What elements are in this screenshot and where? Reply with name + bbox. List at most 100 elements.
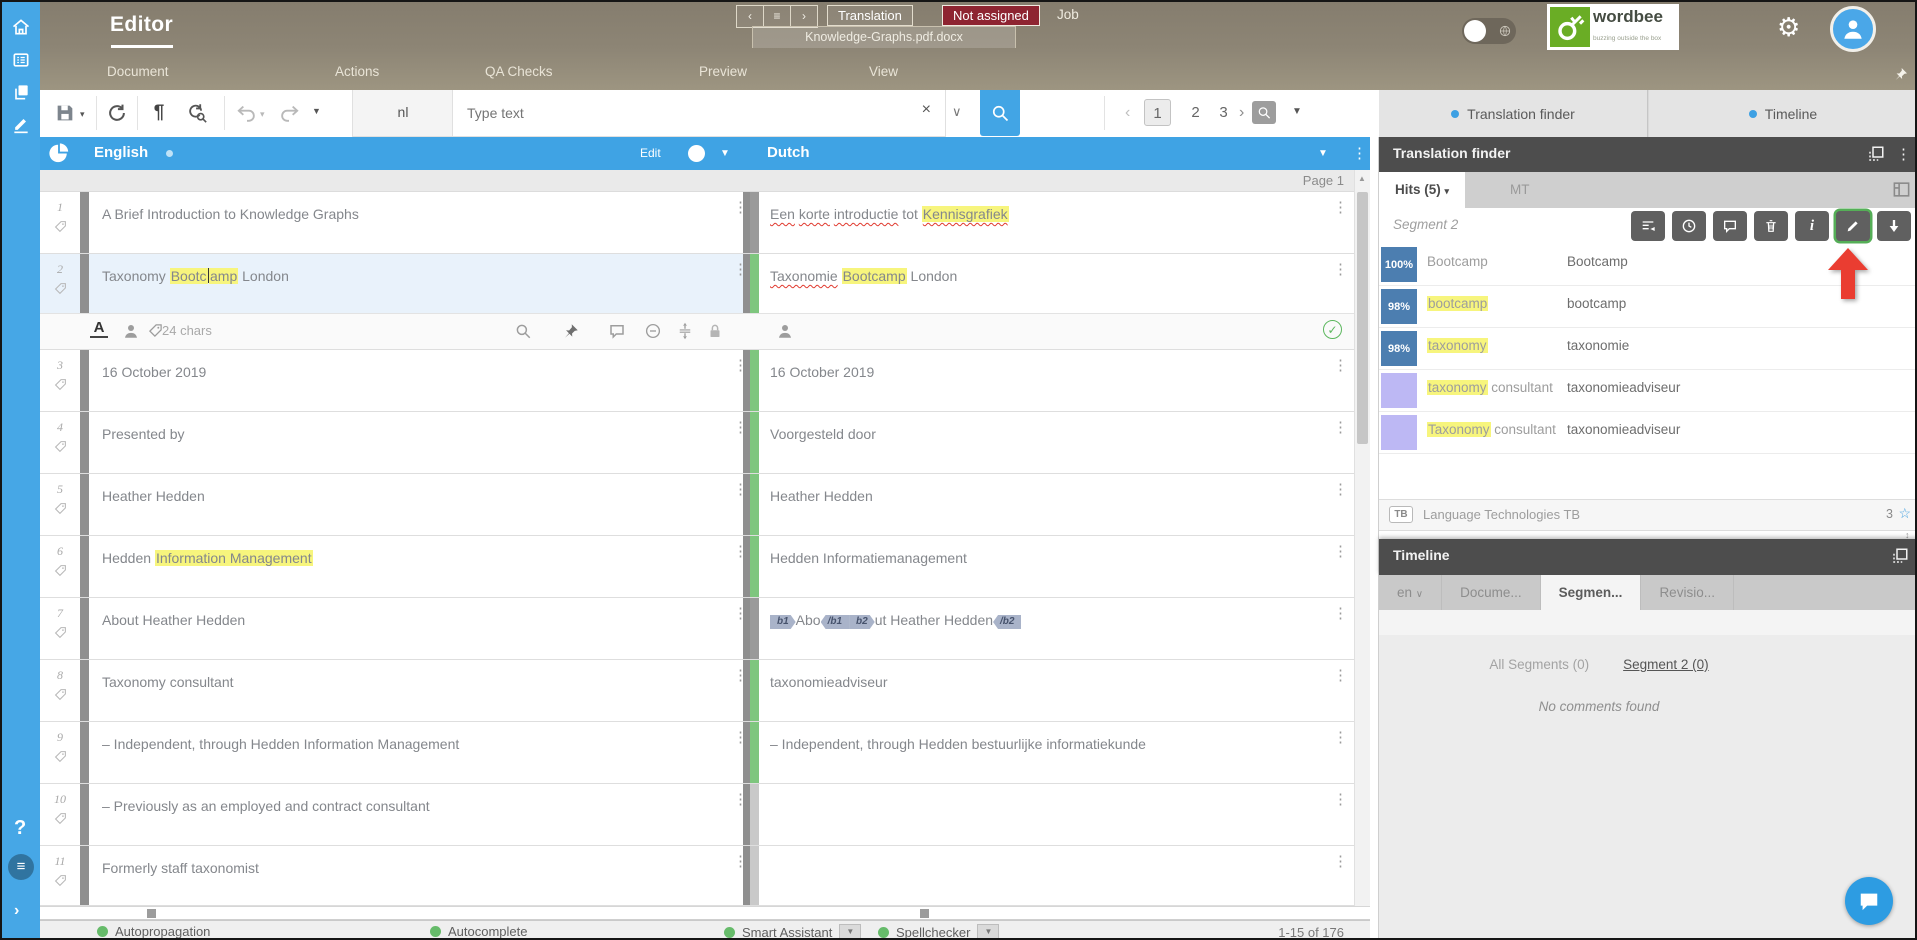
gear-icon[interactable]: ⚙ — [1777, 12, 1800, 43]
job-label[interactable]: Job — [1057, 7, 1079, 22]
format-tag[interactable]: /b2 — [993, 615, 1021, 629]
edit-pen-icon[interactable] — [11, 114, 31, 134]
source-menu-icon[interactable]: ⋮ — [733, 731, 748, 745]
distribute-icon[interactable] — [676, 322, 694, 340]
history-button[interactable] — [1672, 211, 1706, 241]
detach-icon[interactable] — [1867, 145, 1885, 163]
search-options-caret-icon[interactable]: ∨ — [952, 104, 962, 120]
target-cell[interactable]: Een korte introductie tot Kennisgrafiek — [770, 192, 1320, 224]
source-cell[interactable]: Heather Hedden — [102, 474, 717, 506]
edit-toggle[interactable] — [688, 145, 705, 162]
refresh-icon[interactable] — [106, 102, 128, 124]
target-header-caret-icon[interactable]: ▼ — [1318, 148, 1328, 159]
star-icon[interactable]: ☆ — [1898, 505, 1911, 522]
prev-page-icon[interactable]: ‹ — [1125, 104, 1130, 122]
insert-source-button[interactable] — [1631, 211, 1665, 241]
hit-row-3[interactable]: 98% taxonomy taxonomie — [1379, 328, 1917, 370]
status-dropdown-icon[interactable]: ▼ — [977, 924, 999, 940]
menu-qa-checks[interactable]: QA Checks — [485, 64, 553, 88]
status-autopropagation[interactable]: Autopropagation — [97, 924, 210, 939]
search-icon[interactable] — [514, 322, 532, 340]
comment-button[interactable] — [1713, 211, 1747, 241]
target-menu-icon[interactable]: ⋮ — [1333, 359, 1348, 373]
person-icon[interactable] — [776, 322, 794, 340]
source-menu-icon[interactable]: ⋮ — [733, 669, 748, 683]
target-menu-icon[interactable]: ⋮ — [1333, 201, 1348, 215]
grid-vertical-scrollbar[interactable]: ▲ — [1354, 170, 1370, 906]
column-handle[interactable] — [920, 909, 929, 918]
source-cell[interactable]: A Brief Introduction to Knowledge Graphs — [102, 192, 717, 224]
target-language-value[interactable]: nl — [352, 90, 454, 137]
undo-caret-icon[interactable]: ▾ — [260, 109, 265, 120]
target-menu-icon[interactable]: ⋮ — [1333, 855, 1348, 869]
history-caret-icon[interactable]: ▼ — [312, 106, 321, 116]
segment-row-2[interactable]: 2 Taxonomy Bootcamp London ⋮ Taxonomie B… — [40, 254, 1370, 350]
search-button[interactable] — [980, 90, 1020, 136]
source-cell[interactable]: Formerly staff taxonomist — [102, 846, 717, 878]
page-button-2[interactable]: 2 — [1182, 99, 1209, 126]
target-cell[interactable]: Taxonomie Bootcamp London — [770, 254, 1320, 286]
next-document-button[interactable]: › — [790, 5, 818, 28]
menu-preview[interactable]: Preview — [699, 64, 747, 88]
status-smart-assistant[interactable]: Smart Assistant ▼ — [724, 924, 861, 940]
status-autocomplete[interactable]: Autocomplete — [430, 924, 528, 939]
chat-button[interactable] — [1845, 877, 1893, 925]
timeline-tab-docume[interactable]: Docume... — [1442, 575, 1541, 610]
progress-pie-icon[interactable] — [48, 142, 70, 164]
clear-search-icon[interactable]: × — [922, 101, 931, 119]
expand-sidebar-icon[interactable]: › — [14, 902, 19, 920]
scrollbar-thumb[interactable] — [1357, 192, 1368, 444]
target-menu-icon[interactable]: ⋮ — [1333, 483, 1348, 497]
avatar[interactable] — [1830, 6, 1876, 52]
wordbee-logo[interactable]: wordbee buzzing outside the box — [1547, 4, 1679, 50]
source-menu-icon[interactable]: ⋮ — [733, 201, 748, 215]
finder-menu-icon[interactable]: ⋮ — [1896, 145, 1911, 163]
tab-timeline[interactable]: Timeline — [1649, 90, 1917, 137]
page-button-3[interactable]: 3 — [1210, 99, 1237, 126]
source-cell[interactable]: Taxonomy consultant — [102, 660, 717, 692]
documents-icon[interactable] — [11, 82, 31, 102]
source-cell[interactable]: Taxonomy Bootcamp London — [102, 254, 717, 286]
confirmed-check-icon[interactable]: ✓ — [1323, 320, 1342, 339]
target-cell[interactable]: b1Abo/b1b2ut Heather Hedden/b2 — [770, 598, 1320, 630]
source-menu-icon[interactable]: ⋮ — [733, 855, 748, 869]
format-tag[interactable]: /b1 — [821, 615, 849, 629]
next-page-icon[interactable]: › — [1239, 104, 1244, 122]
source-cell[interactable]: Presented by — [102, 412, 717, 444]
pin-icon[interactable] — [1893, 66, 1909, 82]
segment-row-1[interactable]: 1 A Brief Introduction to Knowledge Grap… — [40, 192, 1370, 254]
layout-icon[interactable] — [1892, 180, 1911, 199]
tab-translation-finder[interactable]: Translation finder — [1379, 90, 1648, 137]
status-spellchecker[interactable]: Spellchecker ▼ — [878, 924, 999, 940]
edit-button[interactable] — [1836, 211, 1870, 241]
font-style-icon[interactable]: A — [90, 319, 108, 338]
pin-icon[interactable] — [562, 322, 580, 340]
person-icon[interactable] — [122, 322, 140, 340]
language-toggle[interactable] — [1462, 18, 1516, 44]
menu-icon[interactable]: ≡ — [8, 854, 34, 880]
segment-row-11[interactable]: 11 Formerly staff taxonomist ⋮ ⋮ — [40, 846, 1370, 906]
minus-circle-icon[interactable] — [644, 322, 662, 340]
segment-row-4[interactable]: 4 Presented by ⋮ Voorgesteld door ⋮ — [40, 412, 1370, 474]
forms-icon[interactable] — [11, 50, 31, 70]
insert-translation-button[interactable] — [1877, 211, 1911, 241]
target-cell[interactable]: Voorgesteld door — [770, 412, 1320, 444]
target-language-header[interactable]: Dutch — [767, 144, 810, 161]
prev-document-button[interactable]: ‹ — [736, 5, 764, 28]
edit-mode-label[interactable]: Edit — [640, 146, 661, 160]
target-menu-icon[interactable]: ⋮ — [1333, 607, 1348, 621]
target-cell[interactable]: – Independent, through Hedden bestuurlij… — [770, 722, 1320, 754]
source-language-header[interactable]: English — [94, 144, 148, 161]
segment-row-8[interactable]: 8 Taxonomy consultant ⋮ taxonomieadviseu… — [40, 660, 1370, 722]
menu-actions[interactable]: Actions — [335, 64, 379, 88]
segment-row-3[interactable]: 3 16 October 2019 ⋮ 16 October 2019 ⋮ — [40, 350, 1370, 412]
target-cell[interactable]: Hedden Informatiemanagement — [770, 536, 1320, 568]
target-menu-icon[interactable]: ⋮ — [1333, 793, 1348, 807]
menu-document[interactable]: Document — [107, 64, 169, 88]
tab-mt[interactable]: MT — [1494, 172, 1546, 208]
source-menu-icon[interactable]: ⋮ — [733, 483, 748, 497]
segment-row-7[interactable]: 7 About Heather Hedden ⋮ b1Abo/b1b2ut He… — [40, 598, 1370, 660]
page-button-1[interactable]: 1 — [1144, 99, 1171, 126]
source-menu-icon[interactable]: ⋮ — [733, 545, 748, 559]
target-menu-icon[interactable]: ⋮ — [1333, 669, 1348, 683]
